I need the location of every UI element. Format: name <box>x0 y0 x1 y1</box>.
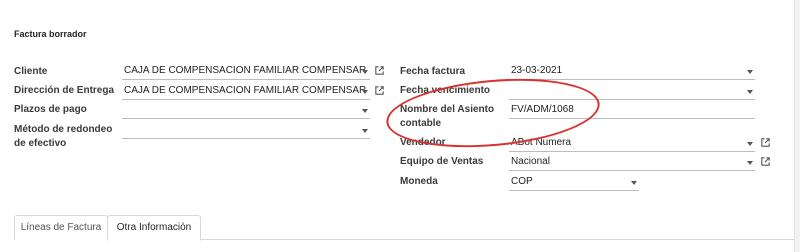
cash-rounding-label-line2: de efectivo <box>14 138 67 149</box>
delivery-address-underline <box>122 99 370 100</box>
sales-team-label: Equipo de Ventas <box>400 156 484 167</box>
sales-team-underline <box>509 170 755 171</box>
currency-underline <box>509 190 639 191</box>
caret-down-icon[interactable] <box>747 142 753 146</box>
caret-down-icon[interactable] <box>362 129 368 133</box>
caret-down-icon[interactable] <box>362 90 368 94</box>
caret-down-icon[interactable] <box>362 70 368 74</box>
invoice-date-field[interactable]: 23-03-2021 <box>511 65 562 76</box>
external-link-icon[interactable] <box>760 137 771 148</box>
caret-down-icon[interactable] <box>362 109 368 113</box>
cash-rounding-label-line1: Método de redondeo <box>14 124 113 135</box>
client-label: Cliente <box>14 66 48 77</box>
external-link-icon[interactable] <box>374 65 385 76</box>
payment-terms-underline <box>122 118 370 119</box>
invoice-date-label: Fecha factura <box>400 66 466 77</box>
delivery-address-field[interactable]: CAJA DE COMPENSACION FAMILIAR COMPENSAR <box>124 85 366 96</box>
caret-down-icon[interactable] <box>747 70 753 74</box>
external-link-icon[interactable] <box>760 156 771 167</box>
currency-label: Moneda <box>400 176 438 187</box>
caret-down-icon[interactable] <box>747 161 753 165</box>
caret-down-icon[interactable] <box>631 181 637 185</box>
tab-other-info[interactable]: Otra Información <box>107 215 201 241</box>
salesperson-underline <box>509 151 755 152</box>
sales-team-field[interactable]: Nacional <box>511 156 550 167</box>
payment-terms-label: Plazos de pago <box>14 104 87 115</box>
tab-invoice-lines[interactable]: Líneas de Factura <box>14 215 108 240</box>
delivery-address-label: Dirección de Entrega <box>14 85 115 96</box>
client-field-underline <box>122 79 370 80</box>
invoice-form-sheet: Factura borrador Cliente CAJA DE COMPENS… <box>0 0 795 252</box>
cash-rounding-underline <box>122 138 370 139</box>
caret-down-icon[interactable] <box>747 90 753 94</box>
status-title: Factura borrador <box>14 29 87 39</box>
currency-field[interactable]: COP <box>511 176 533 187</box>
external-link-icon[interactable] <box>374 85 385 96</box>
client-field[interactable]: CAJA DE COMPENSACION FAMILIAR COMPENSAR <box>124 65 366 76</box>
